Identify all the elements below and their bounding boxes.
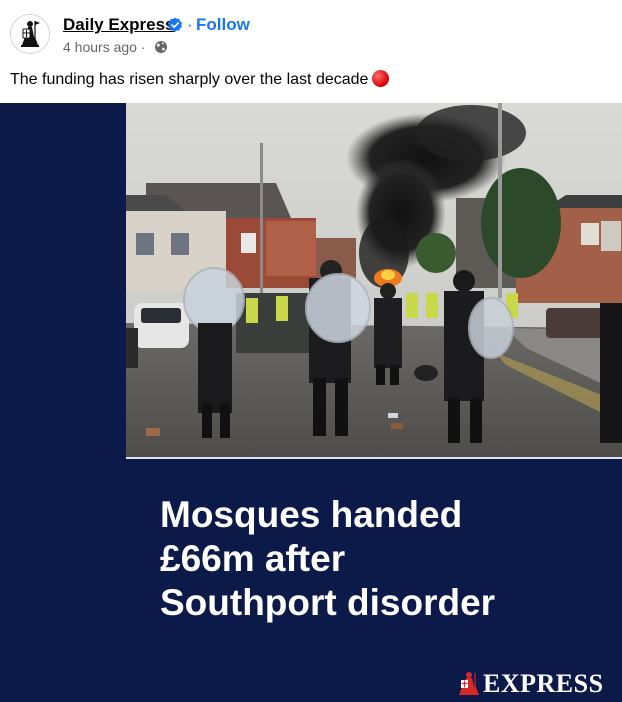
caption-text: The funding has risen sharply over the l… (10, 71, 369, 88)
crusader-logo-icon (11, 15, 49, 53)
express-wordmark: EXPRESS (483, 669, 604, 698)
headline: Mosques handed £66m after Southport diso… (160, 493, 600, 625)
post-header: Daily Express · Follow 4 hours ago · (0, 0, 622, 64)
globe-icon (155, 41, 167, 53)
post-timestamp[interactable]: 4 hours ago · (63, 39, 146, 55)
crusader-logo-icon (459, 672, 479, 695)
page-avatar[interactable] (10, 14, 50, 54)
headline-line-2: £66m after (160, 538, 346, 579)
photo-divider (126, 457, 622, 459)
express-brand-logo: EXPRESS (458, 671, 604, 697)
header-separator: · (187, 15, 193, 34)
follow-button[interactable]: Follow (196, 15, 250, 35)
headline-line-1: Mosques handed (160, 494, 463, 535)
page-name-link[interactable]: Daily Express (63, 15, 175, 35)
post-caption: The funding has risen sharply over the l… (10, 70, 390, 89)
red-circle-icon (372, 70, 390, 87)
verified-badge-icon (168, 17, 182, 32)
post-image[interactable]: Mosques handed £66m after Southport diso… (0, 103, 622, 702)
riot-police-photo (126, 103, 622, 457)
headline-line-3: Southport disorder (160, 582, 496, 623)
